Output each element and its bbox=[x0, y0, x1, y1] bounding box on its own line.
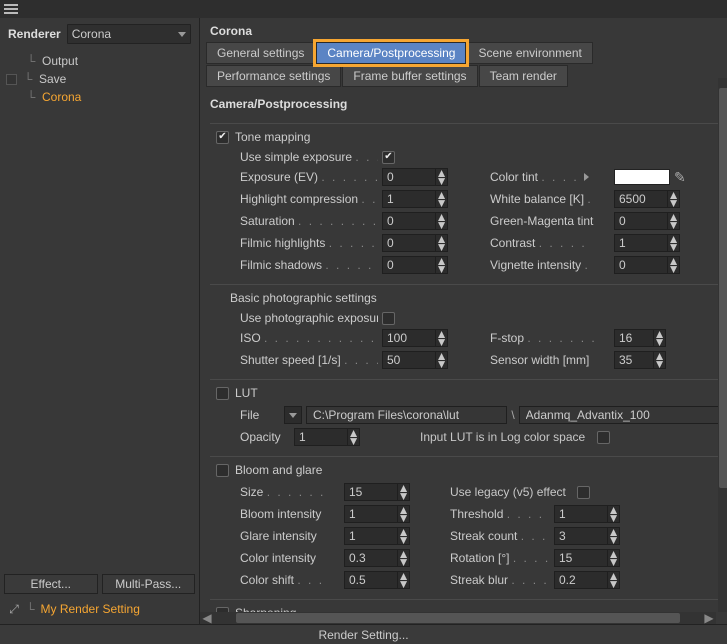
expand-icon[interactable]: ⤢ bbox=[8, 603, 20, 615]
rotation-field[interactable]: ▲▼ bbox=[554, 549, 620, 567]
highlight-compression-field[interactable]: ▲▼ bbox=[382, 190, 448, 208]
effect-button[interactable]: Effect... bbox=[4, 574, 98, 594]
streak-blur-field[interactable]: ▲▼ bbox=[554, 571, 620, 589]
tab-team-render[interactable]: Team render bbox=[479, 65, 568, 87]
tree-item-output[interactable]: └Output bbox=[0, 52, 199, 70]
file-browse-button[interactable] bbox=[284, 406, 302, 424]
menu-icon[interactable] bbox=[4, 4, 18, 14]
preset-name[interactable]: My Render Setting bbox=[41, 602, 140, 616]
lut-name-field[interactable] bbox=[519, 406, 720, 424]
exposure-field[interactable]: ▲▼ bbox=[382, 168, 448, 186]
panel-title: Corona bbox=[200, 18, 727, 42]
legacy-effect-checkbox[interactable] bbox=[577, 486, 590, 499]
group-tone-mapping: Tone mapping Use simple exposure . . . .… bbox=[210, 123, 720, 276]
group-label: Basic photographic settings bbox=[230, 291, 377, 305]
saturation-field[interactable]: ▲▼ bbox=[382, 212, 448, 230]
sensor-width-field[interactable]: ▲▼ bbox=[614, 351, 666, 369]
tab-bar: General settings Camera/Postprocessing S… bbox=[200, 42, 727, 87]
tab-frame-buffer[interactable]: Frame buffer settings bbox=[342, 65, 477, 87]
chevron-down-icon bbox=[178, 32, 186, 37]
glare-intensity-field[interactable]: ▲▼ bbox=[344, 527, 410, 545]
filmic-shadows-field[interactable]: ▲▼ bbox=[382, 256, 448, 274]
save-checkbox[interactable] bbox=[6, 74, 17, 85]
use-simple-exposure-checkbox[interactable] bbox=[382, 151, 395, 164]
scroll-right-icon[interactable]: ▶ bbox=[702, 612, 716, 624]
tab-general[interactable]: General settings bbox=[206, 42, 315, 64]
titlebar bbox=[0, 0, 727, 18]
threshold-field[interactable]: ▲▼ bbox=[554, 505, 620, 523]
fstop-field[interactable]: ▲▼ bbox=[614, 329, 666, 347]
scroll-left-icon[interactable]: ◀ bbox=[200, 612, 214, 624]
color-tint-swatch[interactable] bbox=[614, 169, 670, 185]
use-photographic-checkbox[interactable] bbox=[382, 312, 395, 325]
tone-mapping-checkbox[interactable] bbox=[216, 131, 229, 144]
tab-camera-postprocessing[interactable]: Camera/Postprocessing bbox=[316, 42, 466, 64]
tab-performance[interactable]: Performance settings bbox=[206, 65, 341, 87]
iso-field[interactable]: ▲▼ bbox=[382, 329, 448, 347]
horizontal-scrollbar[interactable]: ◀ ▶ bbox=[200, 612, 716, 624]
green-magenta-field[interactable]: ▲▼ bbox=[614, 212, 680, 230]
shutter-field[interactable]: ▲▼ bbox=[382, 351, 448, 369]
tree-item-save[interactable]: └Save bbox=[0, 70, 199, 88]
lut-opacity-field[interactable]: ▲▼ bbox=[294, 428, 360, 446]
group-photographic: Basic photographic settings Use photogra… bbox=[210, 284, 720, 371]
group-bloom: Bloom and glare Size . . . . . .▲▼ Use l… bbox=[210, 456, 720, 591]
lut-log-checkbox[interactable] bbox=[597, 431, 610, 444]
vertical-scrollbar[interactable] bbox=[718, 78, 727, 612]
chevron-down-icon bbox=[289, 413, 297, 418]
streak-count-field[interactable]: ▲▼ bbox=[554, 527, 620, 545]
tab-scene-environment[interactable]: Scene environment bbox=[467, 42, 592, 64]
renderer-label: Renderer bbox=[8, 27, 61, 41]
filmic-highlights-field[interactable]: ▲▼ bbox=[382, 234, 448, 252]
left-panel: Renderer Corona └Output └Save └Corona Ef… bbox=[0, 18, 200, 624]
lut-path-field[interactable] bbox=[306, 406, 507, 424]
chevron-right-icon[interactable] bbox=[584, 173, 589, 181]
multipass-button[interactable]: Multi-Pass... bbox=[102, 574, 196, 594]
bloom-checkbox[interactable] bbox=[216, 464, 229, 477]
renderer-select[interactable]: Corona bbox=[67, 24, 191, 44]
vignette-field[interactable]: ▲▼ bbox=[614, 256, 680, 274]
bloom-size-field[interactable]: ▲▼ bbox=[344, 483, 410, 501]
render-setting-button[interactable]: Render Setting... bbox=[0, 624, 727, 644]
group-label: LUT bbox=[235, 386, 258, 400]
group-label: Tone mapping bbox=[235, 130, 310, 144]
color-intensity-field[interactable]: ▲▼ bbox=[344, 549, 410, 567]
render-tree: └Output └Save └Corona bbox=[0, 50, 199, 570]
right-panel: Corona General settings Camera/Postproce… bbox=[200, 18, 727, 624]
white-balance-field[interactable]: ▲▼ bbox=[614, 190, 680, 208]
color-shift-field[interactable]: ▲▼ bbox=[344, 571, 410, 589]
content-scroll: Tone mapping Use simple exposure . . . .… bbox=[200, 115, 727, 624]
group-lut: LUT File \ Opacity▲▼ Input LUT is in Log… bbox=[210, 379, 720, 448]
contrast-field[interactable]: ▲▼ bbox=[614, 234, 680, 252]
bloom-intensity-field[interactable]: ▲▼ bbox=[344, 505, 410, 523]
group-label: Bloom and glare bbox=[235, 463, 322, 477]
color-picker-icon[interactable]: ✎ bbox=[674, 169, 686, 186]
section-title: Camera/Postprocessing bbox=[200, 87, 727, 115]
lut-checkbox[interactable] bbox=[216, 387, 229, 400]
tree-item-corona[interactable]: └Corona bbox=[0, 88, 199, 106]
renderer-value: Corona bbox=[72, 27, 111, 41]
